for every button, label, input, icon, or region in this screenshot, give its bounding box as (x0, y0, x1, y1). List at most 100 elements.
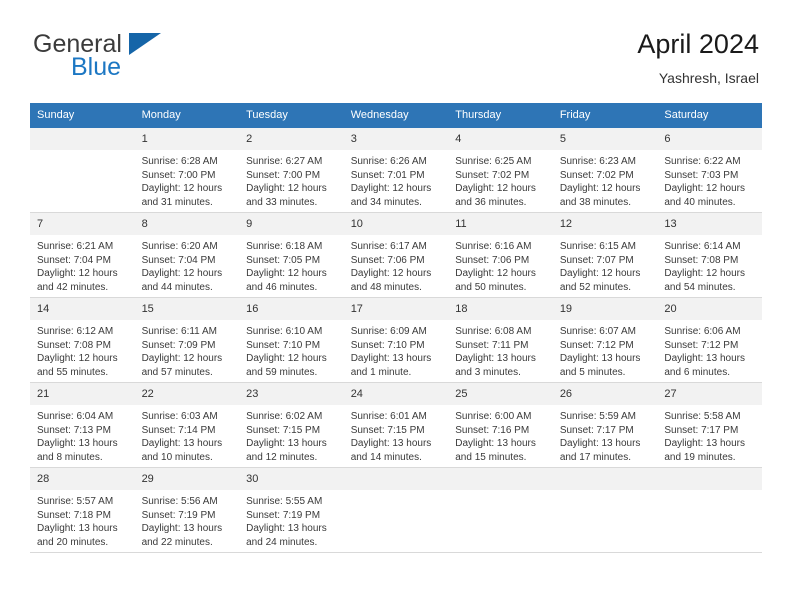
day-details: Sunrise: 6:06 AM Sunset: 7:12 PM Daylight:… (657, 320, 762, 379)
sunrise-time: Sunrise: 6:02 AM (246, 411, 323, 422)
daylight-duration-line1: Daylight: 12 hours (246, 353, 327, 364)
daylight-duration-line2: and 44 minutes. (141, 281, 213, 293)
sunrise-time: Sunrise: 6:10 AM (246, 326, 323, 337)
daylight-duration-line1: Daylight: 13 hours (455, 353, 536, 364)
calendar-day-cell[interactable]: 26 Sunrise: 5:59 AM Sunset: 7:17 PM Dayligh… (552, 382, 658, 468)
calendar-day-cell[interactable]: 17 Sunrise: 6:09 AM Sunset: 7:10 PM Dayligh… (343, 297, 449, 383)
daylight-duration-line2: and 55 minutes. (37, 366, 109, 378)
daylight-duration-line2: and 22 minutes. (141, 536, 213, 548)
calendar-day-cell[interactable]: 8 Sunrise: 6:20 AM Sunset: 7:04 PM Daylight… (134, 212, 240, 298)
calendar-day-cell[interactable]: 14 Sunrise: 6:12 AM Sunset: 7:08 PM Dayligh… (30, 297, 135, 383)
sunrise-time: Sunrise: 6:18 AM (246, 241, 323, 252)
sunset-time: Sunset: 7:14 PM (141, 424, 216, 436)
daylight-duration-line1: Daylight: 12 hours (246, 183, 327, 194)
calendar-day-cell[interactable]: 22 Sunrise: 6:03 AM Sunset: 7:14 PM Dayligh… (134, 382, 240, 468)
sunset-time: Sunset: 7:06 PM (455, 254, 530, 266)
day-details: Sunrise: 6:26 AM Sunset: 7:01 PM Daylight:… (344, 150, 449, 209)
calendar-day-cell[interactable]: 29 Sunrise: 5:56 AM Sunset: 7:19 PM Dayligh… (134, 467, 240, 553)
daylight-duration-line2: and 42 minutes. (37, 281, 109, 293)
calendar-day-cell[interactable]: 27 Sunrise: 5:58 AM Sunset: 7:17 PM Dayligh… (657, 382, 762, 468)
daylight-duration-line2: and 8 minutes. (37, 451, 103, 463)
calendar-week-row: 21 Sunrise: 6:04 AM Sunset: 7:13 PM Dayligh… (30, 382, 762, 468)
calendar-day-cell[interactable]: 6 Sunrise: 6:22 AM Sunset: 7:03 PM Daylight… (657, 127, 762, 213)
sunrise-time: Sunrise: 6:27 AM (246, 156, 323, 167)
weekday-header-thursday: Thursday (448, 103, 553, 128)
sunrise-time: Sunrise: 6:03 AM (141, 411, 218, 422)
daylight-duration-line1: Daylight: 13 hours (664, 438, 745, 449)
calendar-day-cell[interactable]: 15 Sunrise: 6:11 AM Sunset: 7:09 PM Dayligh… (134, 297, 240, 383)
day-number: 14 (30, 298, 135, 320)
calendar-day-cell[interactable]: 10 Sunrise: 6:17 AM Sunset: 7:06 PM Dayligh… (343, 212, 449, 298)
day-details: Sunrise: 5:55 AM Sunset: 7:19 PM Daylight:… (239, 490, 344, 549)
sunrise-time: Sunrise: 6:25 AM (455, 156, 532, 167)
daylight-duration-line2: and 52 minutes. (559, 281, 631, 293)
daylight-duration-line2: and 31 minutes. (141, 196, 213, 208)
calendar-day-cell[interactable]: 9 Sunrise: 6:18 AM Sunset: 7:05 PM Daylight… (239, 212, 344, 298)
sunset-time: Sunset: 7:13 PM (37, 424, 111, 436)
calendar-day-cell[interactable]: 20 Sunrise: 6:06 AM Sunset: 7:12 PM Dayligh… (657, 297, 762, 383)
page-title: April 2024 (637, 29, 759, 59)
day-details: Sunrise: 6:01 AM Sunset: 7:15 PM Daylight:… (344, 405, 449, 464)
day-number: 22 (134, 383, 240, 405)
calendar-day-cell (657, 467, 762, 553)
day-number: 3 (343, 128, 449, 150)
sunset-time: Sunset: 7:15 PM (350, 424, 425, 436)
sunrise-time: Sunrise: 6:21 AM (37, 241, 114, 252)
calendar-day-cell[interactable]: 7 Sunrise: 6:21 AM Sunset: 7:04 PM Daylight… (30, 212, 135, 298)
day-details: Sunrise: 5:59 AM Sunset: 7:17 PM Daylight:… (553, 405, 658, 464)
day-details: Sunrise: 6:20 AM Sunset: 7:04 PM Daylight:… (135, 235, 240, 294)
sunset-time: Sunset: 7:07 PM (559, 254, 634, 266)
daylight-duration-line1: Daylight: 13 hours (455, 438, 536, 449)
day-number: 19 (552, 298, 658, 320)
sunrise-time: Sunrise: 5:57 AM (37, 496, 114, 507)
sunrise-time: Sunrise: 5:56 AM (141, 496, 218, 507)
day-number: 13 (657, 213, 762, 235)
brand-logo[interactable]: General Blue (33, 30, 253, 92)
day-number (30, 128, 135, 150)
day-details: Sunrise: 6:18 AM Sunset: 7:05 PM Daylight:… (239, 235, 344, 294)
calendar-day-cell[interactable]: 2 Sunrise: 6:27 AM Sunset: 7:00 PM Daylight… (239, 127, 344, 213)
day-details: Sunrise: 6:17 AM Sunset: 7:06 PM Daylight:… (344, 235, 449, 294)
sunrise-time: Sunrise: 6:06 AM (664, 326, 741, 337)
calendar-day-cell[interactable]: 5 Sunrise: 6:23 AM Sunset: 7:02 PM Daylight… (552, 127, 658, 213)
sunrise-time: Sunrise: 6:04 AM (37, 411, 114, 422)
day-number: 9 (239, 213, 344, 235)
day-number: 28 (30, 468, 135, 490)
calendar-day-cell[interactable]: 23 Sunrise: 6:02 AM Sunset: 7:15 PM Dayligh… (239, 382, 344, 468)
day-details: Sunrise: 5:57 AM Sunset: 7:18 PM Daylight:… (30, 490, 135, 549)
day-details: Sunrise: 6:12 AM Sunset: 7:08 PM Daylight:… (30, 320, 135, 379)
sunrise-time: Sunrise: 5:59 AM (559, 411, 636, 422)
day-number: 24 (343, 383, 449, 405)
calendar-day-cell[interactable]: 1 Sunrise: 6:28 AM Sunset: 7:00 PM Daylight… (134, 127, 240, 213)
sunrise-time: Sunrise: 6:00 AM (455, 411, 532, 422)
calendar-day-cell[interactable]: 3 Sunrise: 6:26 AM Sunset: 7:01 PM Daylight… (343, 127, 449, 213)
day-details: Sunrise: 6:25 AM Sunset: 7:02 PM Daylight:… (448, 150, 553, 209)
calendar-day-cell[interactable]: 12 Sunrise: 6:15 AM Sunset: 7:07 PM Dayligh… (552, 212, 658, 298)
calendar-day-cell[interactable]: 28 Sunrise: 5:57 AM Sunset: 7:18 PM Dayligh… (30, 467, 135, 553)
day-number: 17 (343, 298, 449, 320)
calendar-day-cell[interactable]: 19 Sunrise: 6:07 AM Sunset: 7:12 PM Dayligh… (552, 297, 658, 383)
daylight-duration-line2: and 59 minutes. (246, 366, 318, 378)
daylight-duration-line1: Daylight: 12 hours (559, 268, 641, 279)
day-number: 11 (448, 213, 553, 235)
calendar-day-cell[interactable]: 16 Sunrise: 6:10 AM Sunset: 7:10 PM Dayligh… (239, 297, 344, 383)
calendar-day-cell[interactable]: 21 Sunrise: 6:04 AM Sunset: 7:13 PM Dayligh… (30, 382, 135, 468)
sunset-time: Sunset: 7:12 PM (664, 339, 739, 351)
daylight-duration-line1: Daylight: 12 hours (350, 268, 432, 279)
calendar-day-cell[interactable]: 4 Sunrise: 6:25 AM Sunset: 7:02 PM Daylight… (448, 127, 553, 213)
sunset-time: Sunset: 7:18 PM (37, 509, 111, 521)
calendar-day-cell[interactable]: 13 Sunrise: 6:14 AM Sunset: 7:08 PM Dayligh… (657, 212, 762, 298)
daylight-duration-line2: and 3 minutes. (455, 366, 521, 378)
sunset-time: Sunset: 7:00 PM (246, 169, 321, 181)
calendar-day-cell[interactable]: 24 Sunrise: 6:01 AM Sunset: 7:15 PM Dayligh… (343, 382, 449, 468)
daylight-duration-line2: and 33 minutes. (246, 196, 318, 208)
sunset-time: Sunset: 7:08 PM (37, 339, 111, 351)
daylight-duration-line1: Daylight: 12 hours (455, 183, 536, 194)
calendar-day-cell[interactable]: 30 Sunrise: 5:55 AM Sunset: 7:19 PM Dayligh… (239, 467, 344, 553)
calendar-day-cell[interactable]: 11 Sunrise: 6:16 AM Sunset: 7:06 PM Dayligh… (448, 212, 553, 298)
sunrise-time: Sunrise: 5:58 AM (664, 411, 741, 422)
sunrise-sunset-calendar: Sunday Monday Tuesday Wednesday Thursday… (30, 103, 762, 553)
calendar-day-cell[interactable]: 25 Sunrise: 6:00 AM Sunset: 7:16 PM Dayligh… (448, 382, 553, 468)
calendar-day-cell[interactable]: 18 Sunrise: 6:08 AM Sunset: 7:11 PM Dayligh… (448, 297, 553, 383)
day-number: 12 (552, 213, 658, 235)
